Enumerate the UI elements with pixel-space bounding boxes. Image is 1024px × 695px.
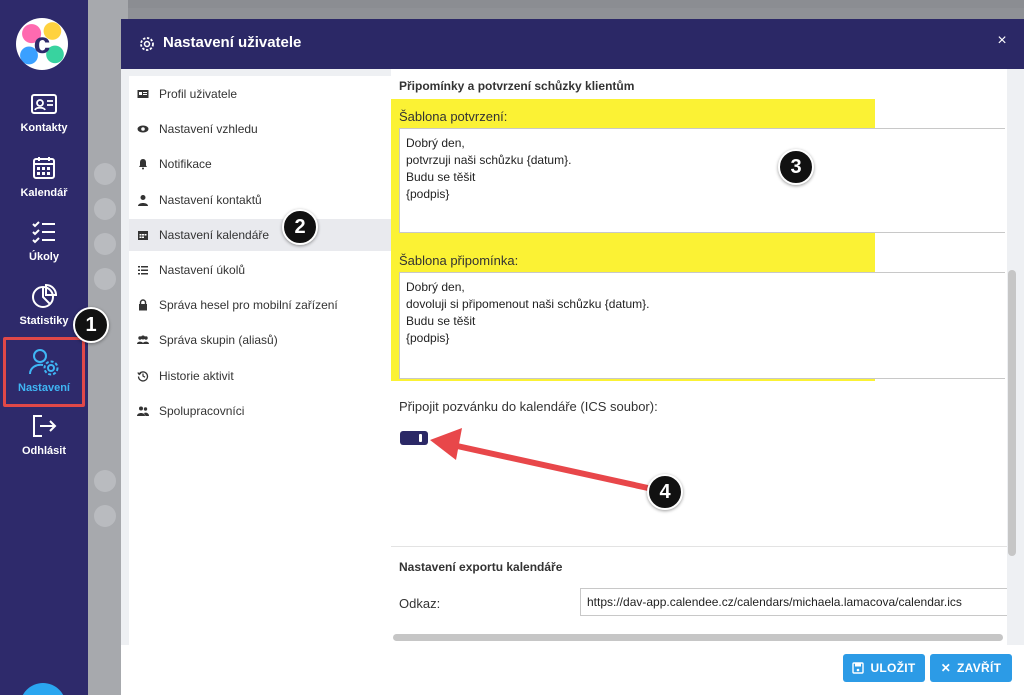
background-avatar [94,233,116,255]
confirmation-template-textarea[interactable]: Dobrý den, potvrzuji naši schůzku {datum… [399,128,1005,233]
bell-icon [139,159,147,170]
toggle-knob [419,434,422,442]
menu-item-contacts[interactable]: Nastavení kontaktů [129,184,391,216]
menu-label: Nastavení úkolů [159,263,246,277]
menu-item-calendar[interactable]: Nastavení kalendáře [129,219,391,251]
id-card-icon [137,90,149,98]
save-label: ULOŽIT [870,661,916,675]
ics-attachment-label: Připojit pozvánku do kalendáře (ICS soub… [399,399,658,414]
close-x-icon: ✕ [940,661,952,675]
contact-card-icon [31,94,57,114]
nav-logout[interactable]: Odhlásit [0,413,88,457]
menu-label: Spolupracovníci [159,404,245,418]
checklist-icon [32,221,55,244]
template-line: {podpis} [406,331,450,345]
pie-chart-icon [32,283,58,308]
menu-label: Historie aktivit [159,369,234,383]
menu-item-groups[interactable]: Správa skupin (aliasů) [129,324,391,356]
template-line: Budu se těšit [406,170,476,184]
history-icon [137,371,149,382]
nav-tasks[interactable]: Úkoly [0,219,88,263]
horizontal-scrollbar[interactable] [393,634,1003,641]
eye-icon [137,125,149,133]
menu-item-appearance[interactable]: Nastavení vzhledu [129,113,391,145]
menu-item-collaborators[interactable]: Spolupracovníci [129,395,391,427]
nav-calendar[interactable]: Kalendář [0,155,88,199]
logout-icon [33,415,57,437]
menu-label: Notifikace [159,157,212,171]
ics-attachment-toggle[interactable] [400,431,428,445]
app-sidebar: c Kontakty Kalendář Úkoly Statistiky Nas… [0,0,88,695]
menu-label: Nastavení kalendáře [159,228,270,242]
calendar-icon [33,157,55,179]
logo-letter: c [33,27,51,60]
background-avatar [94,470,116,492]
nav-logout-label: Odhlásit [21,445,66,457]
chat-bubble-button[interactable] [20,683,66,695]
settings-menu: Profil uživatele Nastavení vzhledu Notif… [129,76,391,646]
confirmation-template-label: Šablona potvrzení: [399,109,508,124]
background-avatar [94,505,116,527]
section-divider [391,546,1007,547]
close-button[interactable]: ✕ ZAVŘÍT [930,654,1012,682]
reminder-template-label: Šablona připomínka: [399,253,519,268]
menu-label: Profil uživatele [159,87,238,101]
modal-header: Nastavení uživatele × [121,19,1024,69]
close-label: ZAVŘÍT [957,661,1002,675]
menu-item-profile[interactable]: Profil uživatele [129,78,391,110]
nav-settings[interactable]: Nastavení [3,337,85,407]
calendar-icon [138,231,148,240]
menu-item-notifications[interactable]: Notifikace [129,148,391,180]
background-avatar [94,198,116,220]
user-settings-icon [29,349,59,376]
nav-calendar-label: Kalendář [20,187,68,199]
menu-label: Správa hesel pro mobilní zařízení [159,298,338,312]
annotation-badge-3: 3 [778,149,814,185]
group-icon [137,335,149,344]
menu-label: Nastavení vzhledu [159,122,258,136]
nav-contacts[interactable]: Kontakty [0,92,88,134]
person-icon [138,195,148,206]
task-list-icon [138,266,148,275]
floppy-icon [852,662,865,674]
close-icon[interactable]: × [992,31,1012,51]
annotation-badge-4: 4 [647,474,683,510]
template-line: potvrzuji naši schůzku {datum}. [406,153,572,167]
template-line: Dobrý den, [406,280,465,294]
vertical-scrollbar[interactable] [1008,270,1016,556]
nav-statistics-label: Statistiky [19,315,69,327]
template-line: dovoluji si připomenout naši schůzku {da… [406,297,650,311]
calendar-settings-panel: Připomínky a potvrzení schůzky klientům … [391,69,1007,645]
background-top-strip [88,0,1024,8]
modal-title: Nastavení uživatele [163,34,302,51]
template-line: Budu se těšit [406,314,476,328]
menu-item-tasks[interactable]: Nastavení úkolů [129,254,391,286]
export-section-title: Nastavení exportu kalendáře [399,560,563,574]
menu-item-history[interactable]: Historie aktivit [129,360,391,392]
nav-tasks-label: Úkoly [29,251,59,263]
nav-settings-label: Nastavení [18,382,70,394]
template-line: Dobrý den, [406,136,465,150]
export-link-field[interactable]: https://dav-app.calendee.cz/calendars/mi… [580,588,1007,616]
gear-icon [140,37,154,51]
lock-icon [139,299,147,311]
menu-item-mobile-passwords[interactable]: Správa hesel pro mobilní zařízení [129,289,391,321]
users-icon [137,406,149,416]
app-logo[interactable]: c [16,18,68,70]
background-avatar [94,163,116,185]
annotation-badge-2: 2 [282,209,318,245]
reminder-template-textarea[interactable]: Dobrý den, dovoluji si připomenout naši … [399,272,1005,379]
save-button[interactable]: ULOŽIT [843,654,925,682]
template-line: {podpis} [406,187,450,201]
annotation-badge-1: 1 [73,307,109,343]
export-link-label: Odkaz: [399,596,441,611]
background-avatar [94,268,116,290]
nav-contacts-label: Kontakty [20,122,68,134]
menu-label: Správa skupin (aliasů) [159,333,278,347]
reminders-section-title: Připomínky a potvrzení schůzky klientům [399,79,635,93]
menu-label: Nastavení kontaktů [159,193,262,207]
